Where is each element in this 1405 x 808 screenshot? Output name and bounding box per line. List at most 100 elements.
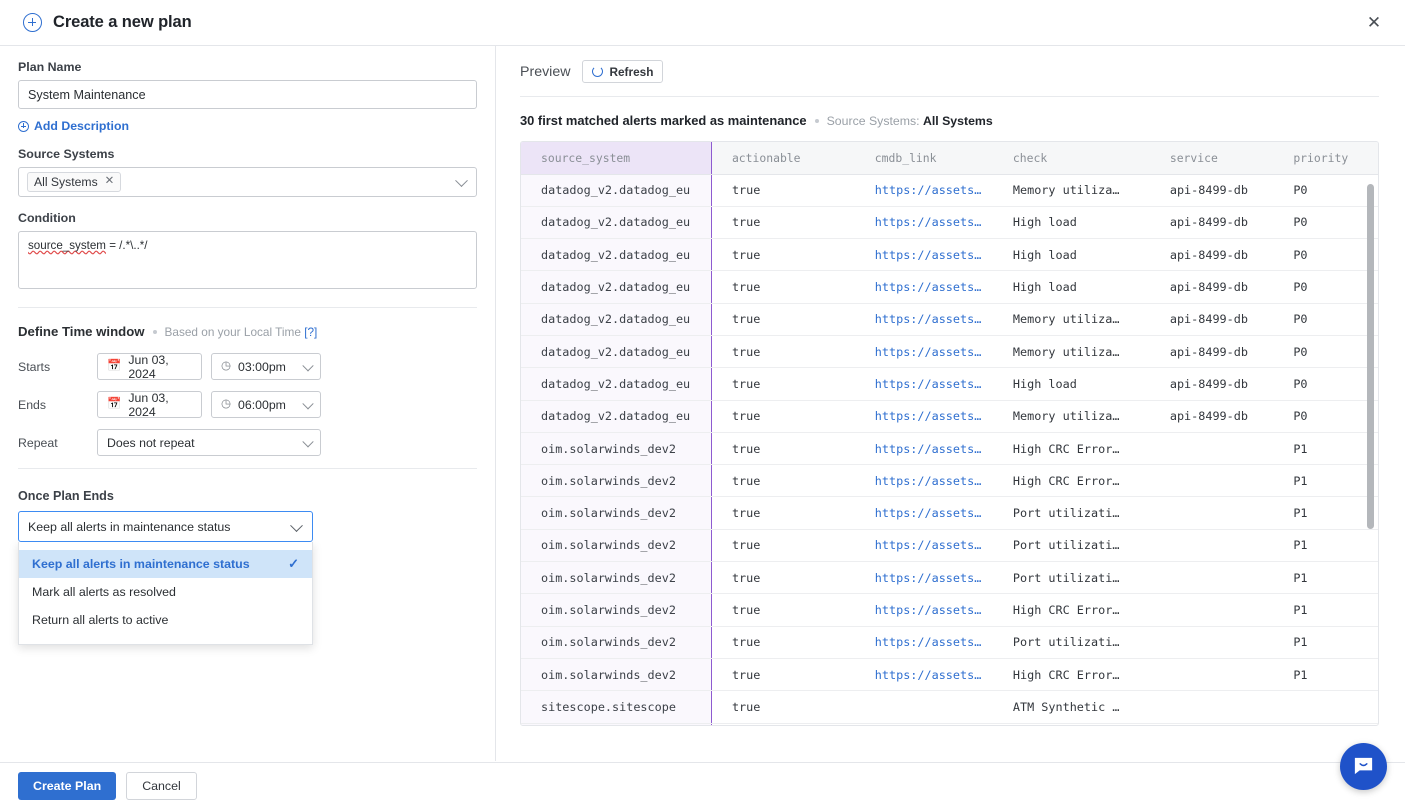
preview-header: Preview Refresh [520,60,1379,83]
table-row[interactable]: datadog_v2.datadog_euRouter unrespo…P0 [521,723,1378,726]
cell-cmdb_link: https://assets… [855,626,993,658]
create-plan-button[interactable]: Create Plan [18,772,116,800]
cmdb-link[interactable]: https://assets… [875,312,982,326]
cell-check: Port utilizati… [993,626,1150,658]
table-row[interactable]: oim.solarwinds_dev2truehttps://assets…Po… [521,562,1378,594]
check-icon: ✓ [288,556,299,572]
cell-service [1150,465,1273,497]
starts-date-input[interactable]: 📅 Jun 03, 2024 [97,353,202,380]
cmdb-link[interactable]: https://assets… [875,377,982,391]
source-systems-select[interactable]: All Systems ✕ [18,167,477,197]
plan-name-label: Plan Name [18,60,477,74]
time-window-note-text: Based on your Local Time [165,325,301,339]
table-row[interactable]: oim.solarwinds_dev2truehttps://assets…Hi… [521,432,1378,464]
cell-service [1150,691,1273,723]
chat-bubble-icon[interactable] [1340,743,1387,790]
time-window-help-link[interactable]: [?] [304,325,317,339]
cell-service: api-8499-db [1150,174,1273,206]
add-description-button[interactable]: Add Description [18,119,129,133]
table-row[interactable]: datadog_v2.datadog_eutruehttps://assets…… [521,368,1378,400]
cell-check: High load [993,239,1150,271]
table-row[interactable]: oim.solarwinds_dev2truehttps://assets…Po… [521,497,1378,529]
dropdown-option-active[interactable]: Return all alerts to active [19,606,312,634]
cell-cmdb_link: https://assets… [855,303,993,335]
cell-check: ATM Synthetic … [993,691,1150,723]
table-row[interactable]: datadog_v2.datadog_eutrue https://assets…… [521,335,1378,367]
table-row[interactable]: oim.solarwinds_dev2truehttps://assets…Po… [521,626,1378,658]
table-row[interactable]: oim.solarwinds_dev2truehttps://assets…Po… [521,529,1378,561]
cmdb-link[interactable]: https://assets… [875,571,982,585]
cmdb-link[interactable]: https://assets… [875,538,982,552]
cell-cmdb_link [855,691,993,723]
cell-priority: P0 [1273,400,1378,432]
repeat-label: Repeat [18,436,97,450]
table-row[interactable]: datadog_v2.datadog_eutruehttps://assets…… [521,206,1378,238]
cmdb-link[interactable]: https://assets… [875,183,982,197]
table-row[interactable]: datadog_v2.datadog_eutruehttps://assets…… [521,400,1378,432]
cmdb-link[interactable]: https://assets… [875,506,982,520]
matched-summary: 30 first matched alerts marked as mainte… [520,113,1379,128]
cell-source_system: oim.solarwinds_dev2 [521,626,711,658]
column-header-cmdb-link[interactable]: cmdb_link [855,142,993,174]
cell-source_system: datadog_v2.datadog_eu [521,335,711,367]
column-header-priority[interactable]: priority [1273,142,1378,174]
table-row[interactable]: datadog_v2.datadog_eutruehttps://assets…… [521,239,1378,271]
column-header-service[interactable]: service [1150,142,1273,174]
cell-service [1150,594,1273,626]
cell-source_system: oim.solarwinds_dev2 [521,497,711,529]
cmdb-link[interactable]: https://assets… [875,345,982,359]
cell-actionable: true [711,335,854,367]
ends-time-select[interactable]: ◷ 06:00pm [211,391,321,418]
column-header-actionable[interactable]: actionable [711,142,854,174]
cell-source_system: datadog_v2.datadog_eu [521,206,711,238]
chip-remove-icon[interactable]: ✕ [105,176,115,188]
repeat-select[interactable]: Does not repeat [97,429,321,456]
dropdown-option-resolve[interactable]: Mark all alerts as resolved [19,578,312,606]
plan-name-input[interactable]: System Maintenance [18,80,477,109]
cmdb-link[interactable]: https://assets… [875,603,982,617]
cell-check: High load [993,206,1150,238]
cell-cmdb_link: https://assets… [855,400,993,432]
cmdb-link[interactable]: https://assets… [875,215,982,229]
cell-cmdb_link: https://assets… [855,174,993,206]
chevron-down-icon [455,174,468,187]
cell-priority: P1 [1273,626,1378,658]
cell-check: High CRC Error… [993,594,1150,626]
cmdb-link[interactable]: https://assets… [875,442,982,456]
refresh-button[interactable]: Refresh [582,60,663,83]
table-row[interactable]: oim.solarwinds_dev2truehttps://assets…Hi… [521,465,1378,497]
cell-priority [1273,691,1378,723]
table-row[interactable]: datadog_v2.datadog_eutruehttps://assets…… [521,174,1378,206]
cmdb-link[interactable]: https://assets… [875,635,982,649]
cell-priority: P1 [1273,497,1378,529]
cmdb-link[interactable]: https://assets… [875,280,982,294]
table-row[interactable]: oim.solarwinds_dev2truehttps://assets…Hi… [521,594,1378,626]
ends-date-input[interactable]: 📅 Jun 03, 2024 [97,391,202,418]
plan-form-pane: Plan Name System Maintenance Add Descrip… [0,46,496,761]
column-header-check[interactable]: check [993,142,1150,174]
dropdown-option-keep[interactable]: Keep all alerts in maintenance status ✓ [19,550,312,578]
table-row[interactable]: datadog_v2.datadog_eutruehttps://assets…… [521,303,1378,335]
cmdb-link[interactable]: https://assets… [875,409,982,423]
cancel-button[interactable]: Cancel [126,772,197,800]
source-system-chip: All Systems ✕ [27,172,121,192]
cell-source_system: datadog_v2.datadog_eu [521,723,711,726]
table-row[interactable]: sitescope.sitescopetrueATM Synthetic … [521,691,1378,723]
condition-input[interactable]: source_system = /.*\..*/ [18,231,477,289]
once-plan-ends-select[interactable]: Keep all alerts in maintenance status [18,511,313,542]
column-header-source-system[interactable]: source_system [521,142,711,174]
cmdb-link[interactable]: https://assets… [875,248,982,262]
table-row[interactable]: datadog_v2.datadog_eutruehttps://assets…… [521,271,1378,303]
cmdb-link[interactable]: https://assets… [875,668,982,682]
starts-time-select[interactable]: ◷ 03:00pm [211,353,321,380]
source-systems-label: Source Systems [18,147,477,161]
close-icon[interactable]: ✕ [1363,12,1385,34]
table-vertical-scrollbar[interactable] [1367,184,1374,529]
cell-actionable: true [711,594,854,626]
cell-check: Port utilizati… [993,497,1150,529]
cell-priority: P0 [1273,368,1378,400]
table-row[interactable]: oim.solarwinds_dev2truehttps://assets…Hi… [521,658,1378,690]
once-plan-ends-group: Once Plan Ends Keep all alerts in mainte… [18,489,477,645]
cell-service: api-8499-db [1150,271,1273,303]
cmdb-link[interactable]: https://assets… [875,474,982,488]
